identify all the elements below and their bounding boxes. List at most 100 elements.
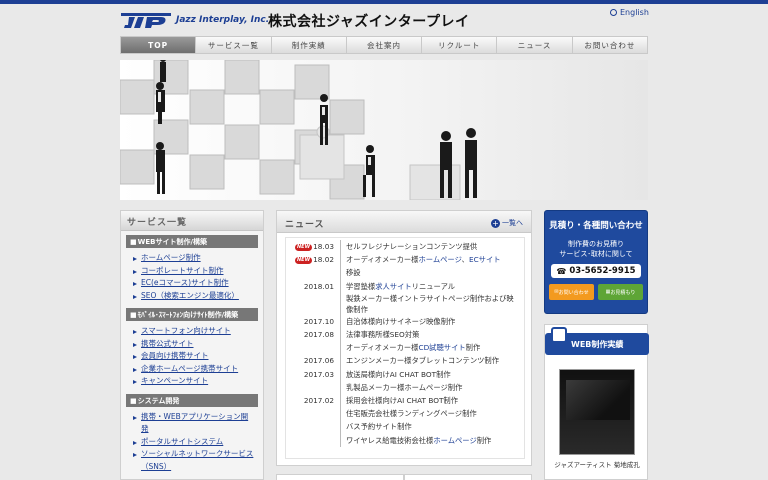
mail-inquiry-button[interactable]: ✉ お問い合わせ — [549, 284, 594, 300]
news-item: 2017.06 エンジンメーカー様タブレットコンテンツ制作 — [290, 354, 520, 368]
sidebar-link-portal[interactable]: ポータルサイトシステム — [133, 436, 255, 449]
bottom-panel-peek — [404, 474, 532, 480]
news-link-cd[interactable]: CD試聴サイト — [418, 343, 465, 352]
nav-works[interactable]: 制作実績 — [272, 37, 347, 53]
contact-box[interactable]: 見積り・各種問い合わせ 制作費のお見積り サービス･取材に関して ☎ 03-565… — [544, 210, 648, 314]
globe-icon — [610, 9, 617, 16]
news-item: 住宅販売会社様ランディングページ制作 — [290, 407, 520, 421]
news-text-part: 、 — [461, 255, 469, 265]
news-text: エンジンメーカー様タブレットコンテンツ制作 — [340, 354, 520, 368]
news-link-ec[interactable]: ECサイト — [469, 255, 501, 264]
english-link[interactable]: English — [610, 8, 649, 17]
news-text: 乳製品メーカー様ホームページ制作 — [340, 380, 520, 395]
works-header: WEB制作実績 — [545, 325, 649, 357]
contact-phone[interactable]: ☎ 03-5652-9915 — [551, 264, 641, 278]
news-date — [290, 434, 340, 447]
news-date: 2017.06 — [303, 356, 334, 366]
sidebar-link-campaign[interactable]: キャンペーンサイト — [133, 375, 255, 388]
service-sidebar: サービス一覧 WEBサイト制作/構築 ホームページ制作 コーポレートサイト制作 … — [120, 210, 264, 480]
sidebar-link-app[interactable]: 携帯・WEBアプリケーション開発 — [133, 411, 255, 436]
news-date: 2018.01 — [303, 281, 334, 291]
news-text-part: 移設 — [346, 268, 361, 278]
news-text-part: 制作 — [476, 435, 492, 445]
news-date — [290, 341, 340, 354]
sidebar-link-corporate[interactable]: コーポレートサイト制作 — [133, 265, 255, 278]
news-date: 2017.10 — [303, 316, 334, 326]
sidebar-link-homepage[interactable]: ホームページ制作 — [133, 252, 255, 265]
news-text: 放送局様向けAI CHAT BOT制作 — [340, 367, 520, 381]
news-text-part: 制作 — [465, 343, 481, 353]
phone-icon: ☎ — [556, 266, 567, 276]
news-item: 製鉄メーカー様イントラサイトページ制作および映像制作 — [290, 292, 520, 315]
nav-company[interactable]: 会社案内 — [347, 37, 423, 53]
news-text: バス予約サイト制作 — [340, 420, 520, 434]
news-item: 2017.10 自治体様向けサイネージ映像制作 — [290, 314, 520, 329]
news-item: 乳製品メーカー様ホームページ制作 — [290, 380, 520, 395]
sidebar-link-corp-mobile[interactable]: 企業ホームページ携帯サイト — [133, 363, 255, 376]
hero-banner — [120, 60, 648, 200]
news-text: 製鉄メーカー様イントラサイトページ制作および映像制作 — [340, 292, 520, 315]
news-date: NEW 18.03 — [290, 240, 340, 253]
sidebar-link-seo[interactable]: SEO（検索エンジン最適化） — [133, 290, 255, 303]
works-box[interactable]: WEB制作実績 ジャズアーティスト 菊地成孔 — [544, 324, 649, 480]
news-item: NEW 18.02 オーディオメーカー様ホームページ、ECサイト 移設 — [290, 253, 520, 280]
sidebar-link-sns[interactable]: ソーシャルネットワークサービス（SNS） — [133, 448, 255, 473]
sidebar-link-ec[interactable]: EC(eコマース)サイト制作 — [133, 277, 255, 290]
news-list: NEW 18.03 セルフレジナレーションコンテンツ提供 NEW 18.02 オーデ… — [285, 237, 525, 459]
estimate-label: お見積もり — [610, 289, 636, 296]
works-thumbnail[interactable] — [559, 369, 635, 455]
news-link-homepage[interactable]: ホームページ — [418, 255, 461, 264]
contact-sub-line: 制作費のお見積り — [568, 240, 624, 248]
news-date-text: 18.03 — [313, 242, 334, 251]
contact-phone-number: 03-5652-9915 — [569, 266, 636, 276]
news-link-recruit[interactable]: 求人サイト — [375, 282, 411, 291]
mail-inquiry-label: お問い合わせ — [558, 289, 589, 296]
main-nav: TOP サービス一覧 制作実績 会社案内 リクルート ニュース お問い合わせ — [120, 36, 648, 54]
contact-buttons: ✉ お問い合わせ ▦ お見積もり — [549, 284, 643, 300]
nav-services[interactable]: サービス一覧 — [196, 37, 272, 53]
sidebar-title: サービス一覧 — [121, 211, 263, 231]
news-item: NEW 18.03 セルフレジナレーションコンテンツ提供 — [290, 240, 520, 254]
news-item: 2017.02 採用会社様向けAI CHAT BOT制作 — [290, 394, 520, 408]
news-text: 学習塾様求人サイトリニューアル — [340, 279, 520, 293]
contact-subtitle: 制作費のお見積り サービス･取材に関して — [545, 239, 647, 259]
estimate-button[interactable]: ▦ お見積もり — [598, 284, 643, 300]
nav-recruit[interactable]: リクルート — [422, 37, 498, 53]
news-link-wireless[interactable]: ホームページ — [433, 436, 476, 445]
news-more-label: 一覧へ — [502, 219, 523, 227]
english-link-label: English — [620, 8, 649, 17]
news-text-part: リニューアル — [411, 281, 456, 291]
news-text: 自治体様向けサイネージ映像制作 — [340, 314, 520, 329]
news-text: 法律事務所様SEO対策 — [340, 328, 520, 342]
nav-top[interactable]: TOP — [121, 37, 197, 53]
new-badge: NEW — [294, 257, 313, 265]
top-accent-bar — [0, 0, 768, 4]
sidebar-link-smartphone[interactable]: スマートフォン向けサイト — [133, 325, 255, 338]
news-date — [290, 407, 340, 420]
news-item: バス予約サイト制作 — [290, 420, 520, 434]
news-item: ワイヤレス給電技術会社様ホームページ制作 — [290, 433, 520, 447]
monitor-icon — [551, 327, 567, 343]
plus-circle-icon: + — [491, 219, 500, 228]
news-item: オーディオメーカー様CD試聴サイト制作 — [290, 341, 520, 355]
news-item: 2017.08 法律事務所様SEO対策 — [290, 328, 520, 342]
works-caption: ジャズアーティスト 菊地成孔 — [554, 461, 640, 469]
news-header: ニュース + 一覧へ — [277, 211, 531, 233]
nav-news[interactable]: ニュース — [497, 37, 573, 53]
news-date: 2017.02 — [303, 396, 334, 406]
news-panel: ニュース + 一覧へ NEW 18.03 セルフレジナレーションコンテンツ提供 NE… — [276, 210, 532, 466]
sidebar-list-mobile: スマートフォン向けサイト 携帯公式サイト 会員向け携帯サイト 企業ホームページ携… — [121, 323, 263, 390]
news-text-part: 学習塾様 — [346, 281, 376, 291]
jip-logo-icon[interactable] — [121, 11, 173, 29]
news-text-part: オーディオメーカー様 — [346, 343, 419, 353]
sidebar-link-member[interactable]: 会員向け携帯サイト — [133, 350, 255, 363]
nav-contact[interactable]: お問い合わせ — [573, 37, 647, 53]
news-text: セルフレジナレーションコンテンツ提供 — [340, 240, 520, 254]
sidebar-list-system: 携帯・WEBアプリケーション開発 ポータルサイトシステム ソーシャルネットワーク… — [121, 409, 263, 476]
news-date — [290, 293, 340, 315]
news-date — [290, 381, 340, 394]
news-more-link[interactable]: + 一覧へ — [491, 218, 523, 228]
sidebar-link-official[interactable]: 携帯公式サイト — [133, 338, 255, 351]
new-badge: NEW — [294, 244, 313, 251]
contact-title: 見積り・各種問い合わせ — [549, 221, 643, 231]
